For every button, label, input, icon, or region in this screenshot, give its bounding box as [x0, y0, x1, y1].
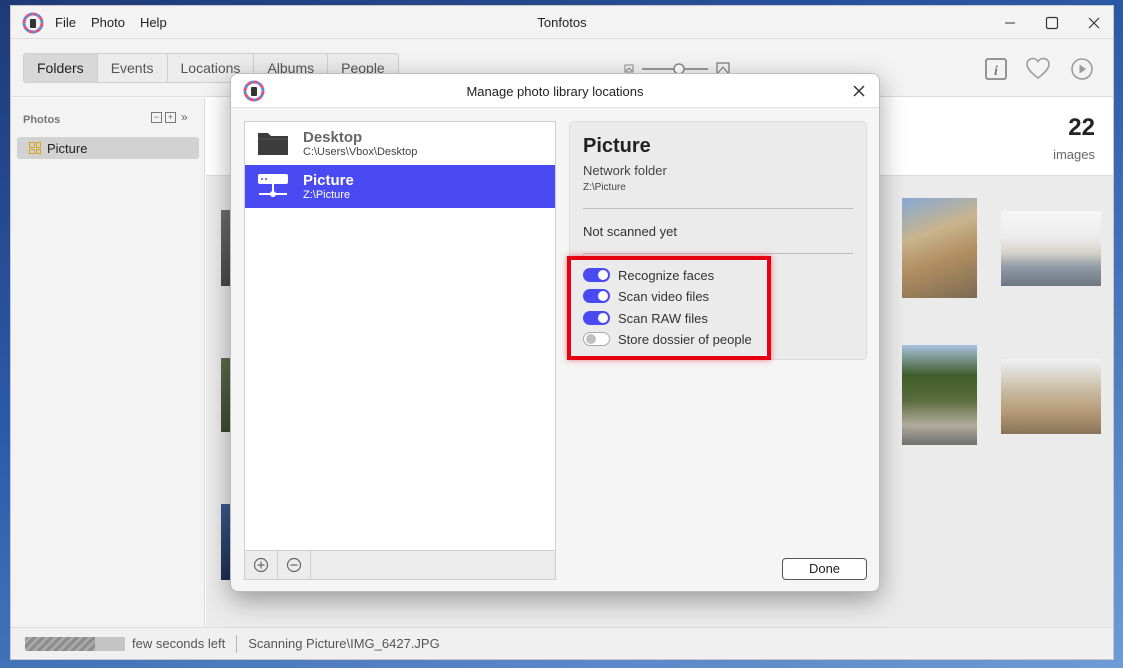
detail-location-path: Z:\Picture [583, 182, 626, 193]
folder-icon [258, 133, 288, 155]
photo-thumbnail[interactable] [902, 198, 977, 298]
location-name: Picture [303, 172, 354, 189]
tab-folders[interactable]: Folders [24, 54, 98, 82]
photo-thumbnail[interactable] [902, 345, 977, 445]
location-item-picture[interactable]: Picture Z:\Picture [245, 165, 555, 208]
close-window-button[interactable] [1073, 6, 1113, 39]
location-item-desktop[interactable]: Desktop C:\Users\Vbox\Desktop [245, 122, 555, 165]
sidebar-item-label: Picture [47, 140, 88, 156]
divider [583, 208, 853, 209]
window-title: Tonfotos [537, 15, 587, 30]
location-name: Desktop [303, 129, 363, 146]
sidebar-heading: Photos [23, 114, 61, 126]
location-list-footer [244, 551, 556, 580]
maximize-icon [1045, 16, 1059, 29]
detail-location-name: Picture [583, 135, 651, 157]
network-folder-icon [258, 174, 288, 197]
location-path: Z:\Picture [303, 189, 351, 201]
info-icon[interactable]: i [983, 56, 1009, 82]
plus-circle-icon [253, 557, 269, 573]
manage-locations-dialog: Manage photo library locations Desktop C… [230, 73, 880, 592]
scan-progress-bar [25, 636, 125, 651]
play-icon[interactable] [1069, 56, 1095, 82]
heart-icon[interactable] [1025, 56, 1051, 82]
dialog-header: Manage photo library locations [231, 74, 879, 108]
tab-events[interactable]: Events [98, 54, 168, 82]
sidebar: Photos − + » Picture [11, 98, 205, 627]
minimize-button[interactable] [989, 6, 1031, 39]
location-list: Desktop C:\Users\Vbox\Desktop Picture Z:… [244, 121, 556, 551]
maximize-button[interactable] [1031, 6, 1073, 39]
status-divider [236, 634, 238, 653]
detail-location-type: Network folder [583, 163, 667, 178]
location-path: C:\Users\Vbox\Desktop [303, 146, 418, 158]
folder-grid-icon [29, 142, 41, 154]
minus-circle-icon [286, 557, 302, 573]
svg-text:i: i [994, 64, 998, 79]
sidebar-controls: − + » [151, 111, 188, 123]
status-bar: few seconds left Scanning Picture\IMG_64… [11, 627, 1113, 659]
highlight-box [567, 256, 771, 360]
sidebar-item-picture[interactable]: Picture [17, 137, 199, 159]
collapse-all-icon[interactable]: − [151, 112, 162, 123]
dialog-title: Manage photo library locations [466, 84, 644, 99]
divider [583, 253, 853, 254]
close-icon [1088, 17, 1100, 28]
done-button[interactable]: Done [782, 558, 867, 580]
scan-status-text: Scanning Picture\IMG_6427.JPG [248, 636, 440, 651]
zoom-out-icon [624, 64, 634, 73]
image-count-label: images [1053, 147, 1095, 162]
close-dialog-icon[interactable] [849, 81, 869, 101]
add-location-button[interactable] [245, 551, 278, 579]
double-chevron-right-icon[interactable]: » [181, 111, 188, 123]
time-left-text: few seconds left [132, 636, 226, 651]
photo-thumbnail[interactable] [1001, 211, 1101, 286]
remove-location-button[interactable] [278, 551, 311, 579]
photo-thumbnail[interactable] [1001, 359, 1101, 434]
expand-all-icon[interactable]: + [165, 112, 176, 123]
minimize-icon [1005, 22, 1015, 23]
image-count: 22 images [1053, 114, 1095, 162]
title-bar: File Photo Help Tonfotos [11, 6, 1113, 39]
image-count-number: 22 [1068, 114, 1095, 141]
scan-status: Not scanned yet [583, 224, 677, 239]
